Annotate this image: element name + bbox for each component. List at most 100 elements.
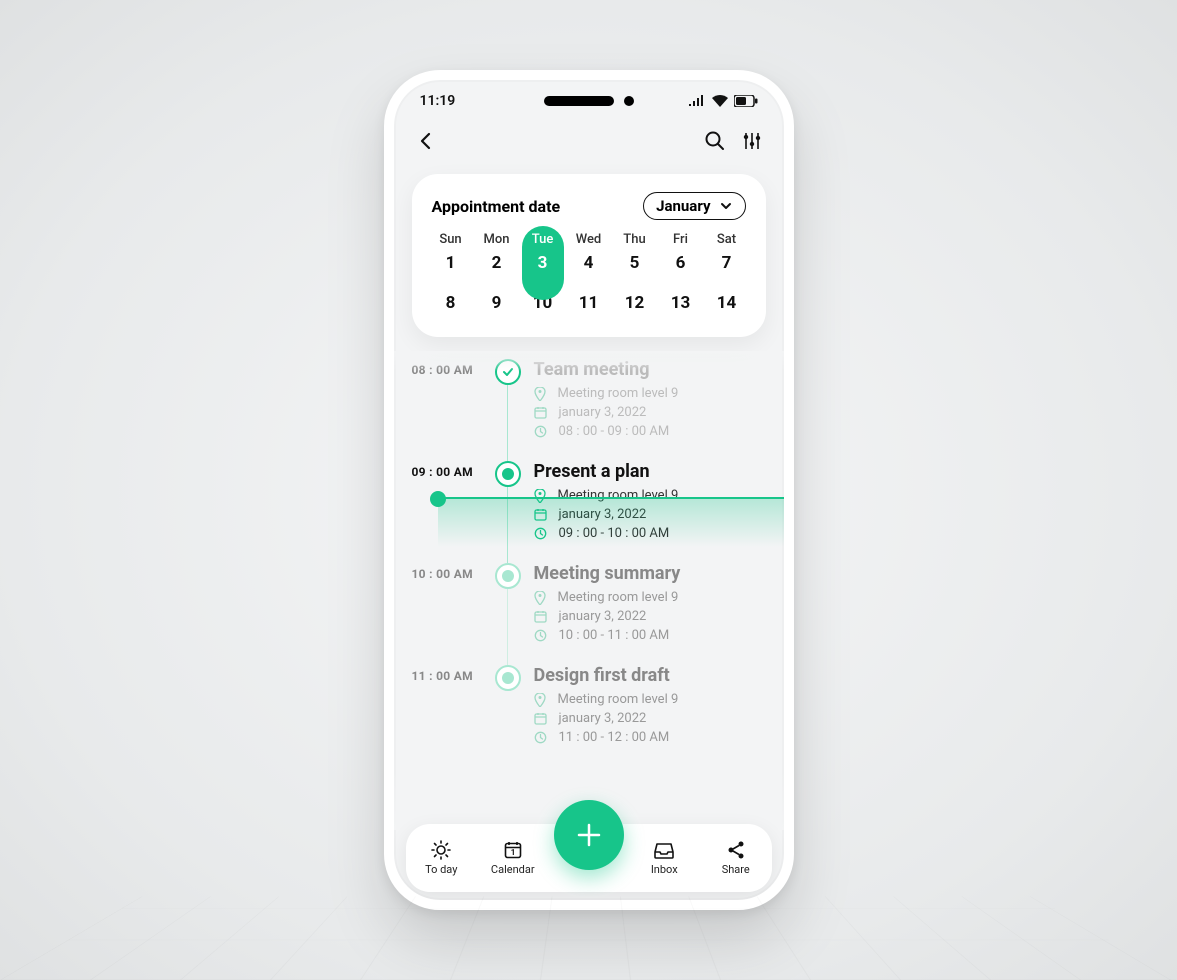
timeline-slot[interactable]: 08 : 00 AMTeam meetingMeeting room level… — [412, 359, 766, 461]
node-upcoming — [495, 563, 521, 589]
pin-icon — [534, 387, 546, 401]
chevron-left-icon — [416, 131, 436, 151]
pin-icon — [534, 693, 546, 707]
event-details: Meeting room level 9 january 3, 2022 10 : … — [534, 590, 766, 643]
calendar-day[interactable]: Thu5 — [612, 232, 658, 279]
timeline-slot[interactable]: 10 : 00 AM Meeting summary Meeting room le… — [412, 563, 766, 665]
notch — [544, 96, 634, 106]
clock-icon — [534, 629, 547, 642]
nav-today[interactable]: To day — [406, 840, 478, 876]
slot-content: Meeting summary Meeting room level 9 janua… — [534, 563, 766, 643]
calendar-weekday: Wed — [566, 232, 612, 247]
side-button — [384, 230, 385, 270]
timeline-connector — [507, 385, 508, 461]
timeline-node-column — [490, 359, 526, 439]
month-label: January — [656, 197, 710, 215]
nav-label: Calendar — [491, 863, 535, 876]
calendar-daynum: 6 — [658, 247, 704, 279]
event-date: january 3, 2022 — [559, 609, 647, 624]
event-title: Meeting summary — [534, 563, 766, 584]
time-label: 10 : 00 AM — [412, 563, 482, 643]
time-label: 09 : 00 AM — [412, 461, 482, 541]
nav-calendar[interactable]: 1 Calendar — [477, 840, 549, 876]
inbox-icon — [653, 840, 675, 860]
add-button[interactable] — [554, 800, 624, 870]
calendar-day[interactable]: Fri6 — [658, 232, 704, 279]
event-date: january 3, 2022 — [559, 405, 647, 420]
event-details: Meeting room level 9january 3, 202211 : … — [534, 692, 766, 745]
nav-inbox[interactable]: Inbox — [629, 840, 701, 876]
calendar-day[interactable]: 9 — [474, 285, 520, 321]
signal-icon — [688, 95, 706, 107]
share-icon — [726, 840, 746, 860]
calendar-daynum: 1 — [428, 247, 474, 279]
calendar-day[interactable]: 13 — [658, 285, 704, 321]
event-location: Meeting room level 9 — [558, 488, 679, 503]
time-label: 11 : 00 AM — [412, 665, 482, 745]
back-button[interactable] — [416, 131, 436, 151]
calendar-title: Appointment date — [432, 197, 561, 216]
wifi-icon — [712, 95, 728, 107]
calendar-weekday: Mon — [474, 232, 520, 247]
calendar-day[interactable]: Sun1 — [428, 232, 474, 279]
calendar-small-icon — [534, 610, 547, 623]
timeline-connector — [507, 487, 508, 563]
event-details: Meeting room level 9january 3, 202208 : … — [534, 386, 766, 439]
timeline-slot[interactable]: 09 : 00 AM Present a plan Meeting room lev… — [412, 461, 766, 563]
filter-button[interactable] — [742, 131, 762, 151]
battery-icon — [734, 95, 758, 107]
calendar-day[interactable]: 11 — [566, 285, 612, 321]
event-title: Design first draft — [534, 665, 766, 686]
calendar-day[interactable]: Wed4 — [566, 232, 612, 279]
svg-text:1: 1 — [510, 848, 515, 857]
calendar-day[interactable]: 8 — [428, 285, 474, 321]
event-title: Present a plan — [534, 461, 766, 482]
nav-share[interactable]: Share — [700, 840, 772, 876]
timeline-connector — [507, 589, 508, 665]
event-date: january 3, 2022 — [559, 711, 647, 726]
node-done — [495, 359, 521, 385]
month-select[interactable]: January — [643, 192, 745, 220]
event-location: Meeting room level 9 — [558, 590, 679, 605]
calendar-weekday: Tue — [520, 232, 566, 247]
slot-content: Present a plan Meeting room level 9 januar… — [534, 461, 766, 541]
event-details: Meeting room level 9 january 3, 2022 09 : … — [534, 488, 766, 541]
calendar-day[interactable]: Mon2 — [474, 232, 520, 279]
clock-icon — [534, 527, 547, 540]
calendar-daynum: 4 — [566, 247, 612, 279]
status-time: 11:19 — [420, 93, 456, 109]
calendar-weekday: Thu — [612, 232, 658, 247]
search-button[interactable] — [704, 130, 726, 152]
timeline-node-column — [490, 461, 526, 541]
calendar-weekday: Sun — [428, 232, 474, 247]
calendar-day[interactable]: Tue3 — [520, 232, 566, 279]
timeline-node-column — [490, 563, 526, 643]
bottom-nav: To day 1 Calendar Inbox Share — [406, 824, 772, 892]
calendar-daynum: 3 — [520, 247, 566, 279]
event-date: january 3, 2022 — [559, 507, 647, 522]
side-button — [384, 360, 385, 420]
event-location: Meeting room level 9 — [558, 386, 679, 401]
event-range: 11 : 00 - 12 : 00 AM — [559, 730, 670, 745]
phone-frame: 11:19 — [384, 70, 794, 910]
event-range: 10 : 00 - 11 : 00 AM — [559, 628, 670, 643]
clock-icon — [534, 425, 547, 438]
calendar-daynum: 7 — [704, 247, 750, 279]
event-range: 09 : 00 - 10 : 00 AM — [559, 526, 670, 541]
timeline-slot[interactable]: 11 : 00 AM Design first draft Meeting room… — [412, 665, 766, 767]
calendar-card: Appointment date January Sun1Mon2Tue3Wed… — [412, 174, 766, 337]
calendar-small-icon — [534, 712, 547, 725]
pin-icon — [534, 591, 546, 605]
time-label: 08 : 00 AM — [412, 359, 482, 439]
node-active — [495, 461, 521, 487]
calendar-day[interactable]: Sat7 — [704, 232, 750, 279]
calendar-day[interactable]: 14 — [704, 285, 750, 321]
nav-label: Share — [722, 863, 750, 876]
node-upcoming — [495, 665, 521, 691]
calendar-day[interactable]: 12 — [612, 285, 658, 321]
clock-icon — [534, 731, 547, 744]
nav-label: Inbox — [651, 863, 678, 876]
calendar-small-icon — [534, 508, 547, 521]
calendar-daynum: 5 — [612, 247, 658, 279]
sun-icon — [431, 840, 451, 860]
